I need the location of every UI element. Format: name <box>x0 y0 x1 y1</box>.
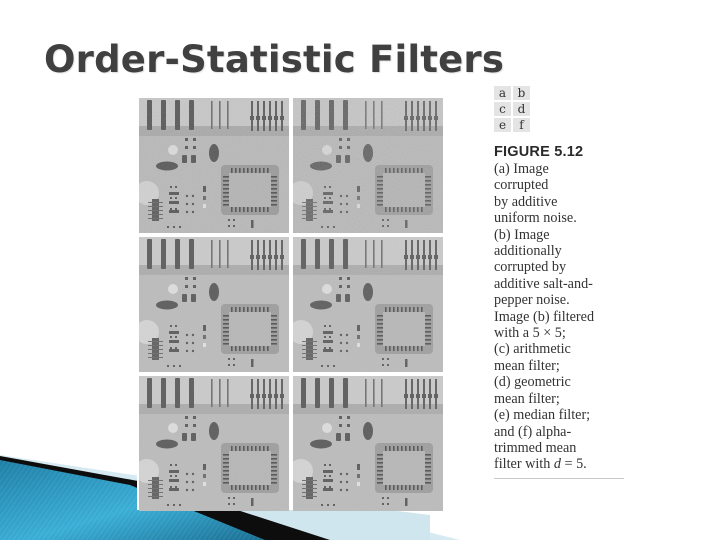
figure-number: FIGURE 5.12 <box>494 144 584 160</box>
figure-label-grid: abcdef <box>494 86 530 132</box>
noise-overlay <box>293 98 443 233</box>
caption-line: and (f) alpha- <box>494 423 572 440</box>
label-cell-b: b <box>513 86 530 100</box>
caption-line: (b) Image <box>494 226 550 243</box>
caption-line: (c) arithmetic <box>494 341 571 358</box>
figure-panel-c <box>139 237 289 372</box>
caption-line: Image (b) filtered <box>494 308 595 325</box>
label-cell-e: e <box>494 118 511 132</box>
caption-line: mean filter; <box>494 390 560 407</box>
caption-line: (e) median filter; <box>494 407 591 424</box>
caption-line: trimmed mean <box>494 439 577 456</box>
caption-line: filter with d = 5. <box>494 456 587 473</box>
label-cell-c: c <box>494 102 511 116</box>
noise-overlay <box>139 98 289 233</box>
caption-line: corrupted <box>494 177 549 194</box>
label-cell-a: a <box>494 86 511 100</box>
figure-panel-f <box>293 376 443 511</box>
caption-line: additionally <box>494 243 562 260</box>
slide-title: Order-Statistic Filters <box>44 38 505 81</box>
caption-line: additive salt-and- <box>494 275 593 292</box>
caption-line: pepper noise. <box>494 292 570 309</box>
caption-line: uniform noise. <box>494 210 577 227</box>
caption-line: corrupted by <box>494 259 567 276</box>
figure-panel-b <box>293 98 443 233</box>
figure-panel-e <box>139 376 289 511</box>
caption-line: (a) Image <box>494 161 549 177</box>
caption-divider <box>494 478 624 479</box>
figure-image-grid <box>137 97 444 511</box>
label-cell-d: d <box>513 102 530 116</box>
figure-panel-d <box>293 237 443 372</box>
caption-line: (d) geometric <box>494 374 571 391</box>
figure-caption: (a) Image corrupted by additive uniform noi… <box>494 161 626 473</box>
caption-line: mean filter; <box>494 357 560 374</box>
figure-panel-a <box>139 98 289 233</box>
caption-line: by additive <box>494 193 558 210</box>
caption-line: with a 5 × 5; <box>494 325 566 342</box>
label-cell-f: f <box>513 118 530 132</box>
